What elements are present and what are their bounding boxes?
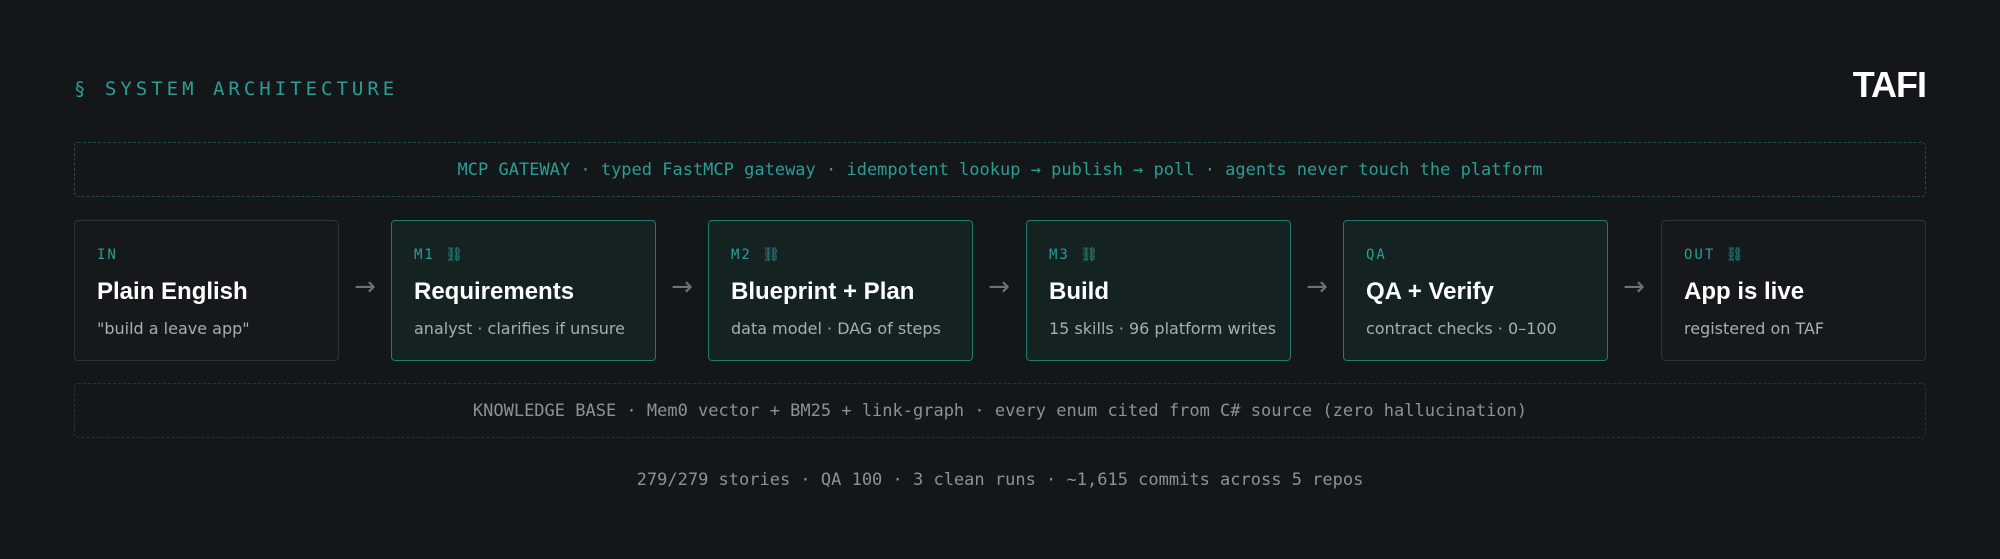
stage-requirements: M1 ⛓ Requirements analyst · clarifies if… [391,220,656,361]
stage-build: M3 ⛓ Build 15 skills · 96 platform write… [1026,220,1291,361]
stats-footer: 279/279 stories · QA 100 · 3 clean runs … [636,470,1364,490]
stage-tag: M2 ⛓ [731,247,783,263]
logo: TAFI [1852,64,1927,105]
knowledge-base-band: KNOWLEDGE BASE · Mem0 vector + BM25 + li… [74,383,1926,438]
arrow-right-icon: → [671,272,693,302]
arrow-right-icon: → [1306,272,1328,302]
mcp-gateway-band: MCP GATEWAY · typed FastMCP gateway · id… [74,142,1926,197]
pipeline: IN Plain English "build a leave app" → M… [74,220,1926,361]
arrow-right-icon: → [354,272,376,302]
stage-qa-verify: QA QA + Verify contract checks · 0–100 [1343,220,1608,361]
stage-tag: IN [97,247,118,263]
stage-tag: OUT ⛓ [1684,247,1746,263]
stage-description: contract checks · 0–100 [1366,319,1557,338]
stage-title: Build [1049,278,1109,305]
arrow-right-icon: → [988,272,1010,302]
stage-title: Blueprint + Plan [731,278,915,305]
stage-description: registered on TAF [1684,319,1825,338]
stage-description: data model · DAG of steps [731,319,941,338]
stage-title: QA + Verify [1366,278,1494,305]
stage-output: OUT ⛓ App is live registered on TAF [1661,220,1926,361]
stage-title: Requirements [414,278,575,305]
stage-description: 15 skills · 96 platform writes [1049,319,1277,338]
stage-title: App is live [1684,278,1805,305]
stage-description: "build a leave app" [97,319,250,338]
section-title: § SYSTEM ARCHITECTURE [74,78,399,100]
stage-input: IN Plain English "build a leave app" [74,220,339,361]
stage-tag: M3 ⛓ [1049,247,1101,263]
arrow-right-icon: → [1623,272,1645,302]
stage-tag: M1 ⛓ [414,247,466,263]
stage-tag: QA [1366,247,1387,263]
stage-blueprint-plan: M2 ⛓ Blueprint + Plan data model · DAG o… [708,220,973,361]
stage-title: Plain English [97,278,248,305]
stage-description: analyst · clarifies if unsure [414,319,625,338]
